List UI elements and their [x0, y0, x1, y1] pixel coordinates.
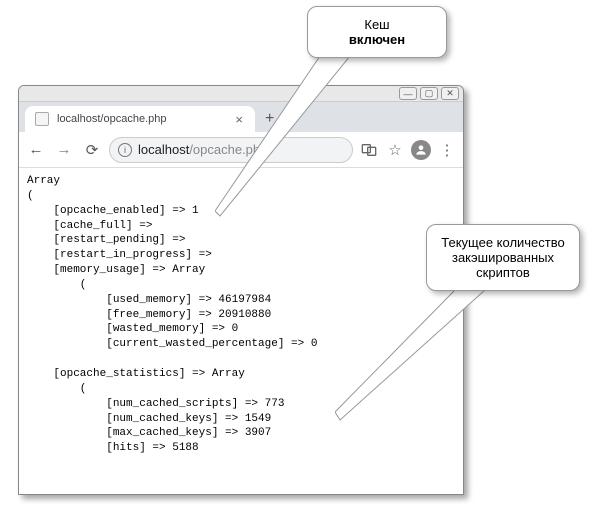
code-line: [free_memory] => 20910880 — [27, 309, 271, 321]
code-line: [opcache_enabled] => 1 — [27, 205, 199, 217]
callout-cached-scripts: Текущее количество закэшированных скрипт… — [426, 224, 580, 291]
code-line: [current_wasted_percentage] => 0 — [27, 338, 317, 350]
close-button[interactable]: ✕ — [441, 87, 459, 100]
reload-button[interactable]: ⟳ — [81, 139, 103, 161]
url-host: localhost — [138, 142, 189, 157]
code-line: [num_cached_keys] => 1549 — [27, 413, 271, 425]
profile-avatar-icon[interactable] — [411, 140, 431, 160]
code-line: ( — [27, 190, 34, 202]
code-line: [wasted_memory] => 0 — [27, 323, 238, 335]
code-line: Array — [27, 175, 60, 187]
callout-text: Кеш — [364, 17, 389, 32]
code-line: ( — [27, 279, 86, 291]
callout-pointer-icon — [335, 290, 495, 430]
favicon-icon — [35, 112, 49, 126]
code-line: [opcache_statistics] => Array — [27, 368, 245, 380]
tab-title: localhost/opcache.php — [57, 113, 233, 125]
callout-text: скриптов — [476, 265, 530, 280]
callout-text-bold: включен — [349, 32, 405, 47]
code-line: [cache_full] => — [27, 220, 152, 232]
code-line: [used_memory] => 46197984 — [27, 294, 271, 306]
code-line: [max_cached_keys] => 3907 — [27, 427, 271, 439]
maximize-button[interactable]: ▢ — [420, 87, 438, 100]
window-controls: — ▢ ✕ — [399, 87, 459, 100]
code-line: [hits] => 5188 — [27, 442, 199, 454]
back-button[interactable]: ← — [25, 139, 47, 161]
code-line: [memory_usage] => Array — [27, 264, 205, 276]
site-info-icon[interactable]: i — [118, 143, 132, 157]
menu-icon[interactable]: ⋮ — [437, 140, 457, 160]
callout-pointer-icon — [215, 56, 365, 226]
callout-text: Текущее количество — [441, 235, 564, 250]
code-line: [num_cached_scripts] => 773 — [27, 398, 284, 410]
callout-cache-enabled: Кеш включен — [307, 6, 447, 58]
forward-button[interactable]: → — [53, 139, 75, 161]
minimize-button[interactable]: — — [399, 87, 417, 100]
code-line: [restart_in_progress] => — [27, 249, 212, 261]
callout-text: закэшированных — [452, 250, 554, 265]
bookmark-icon[interactable]: ☆ — [385, 140, 405, 160]
code-line: [restart_pending] => — [27, 234, 185, 246]
code-line: ( — [27, 383, 86, 395]
